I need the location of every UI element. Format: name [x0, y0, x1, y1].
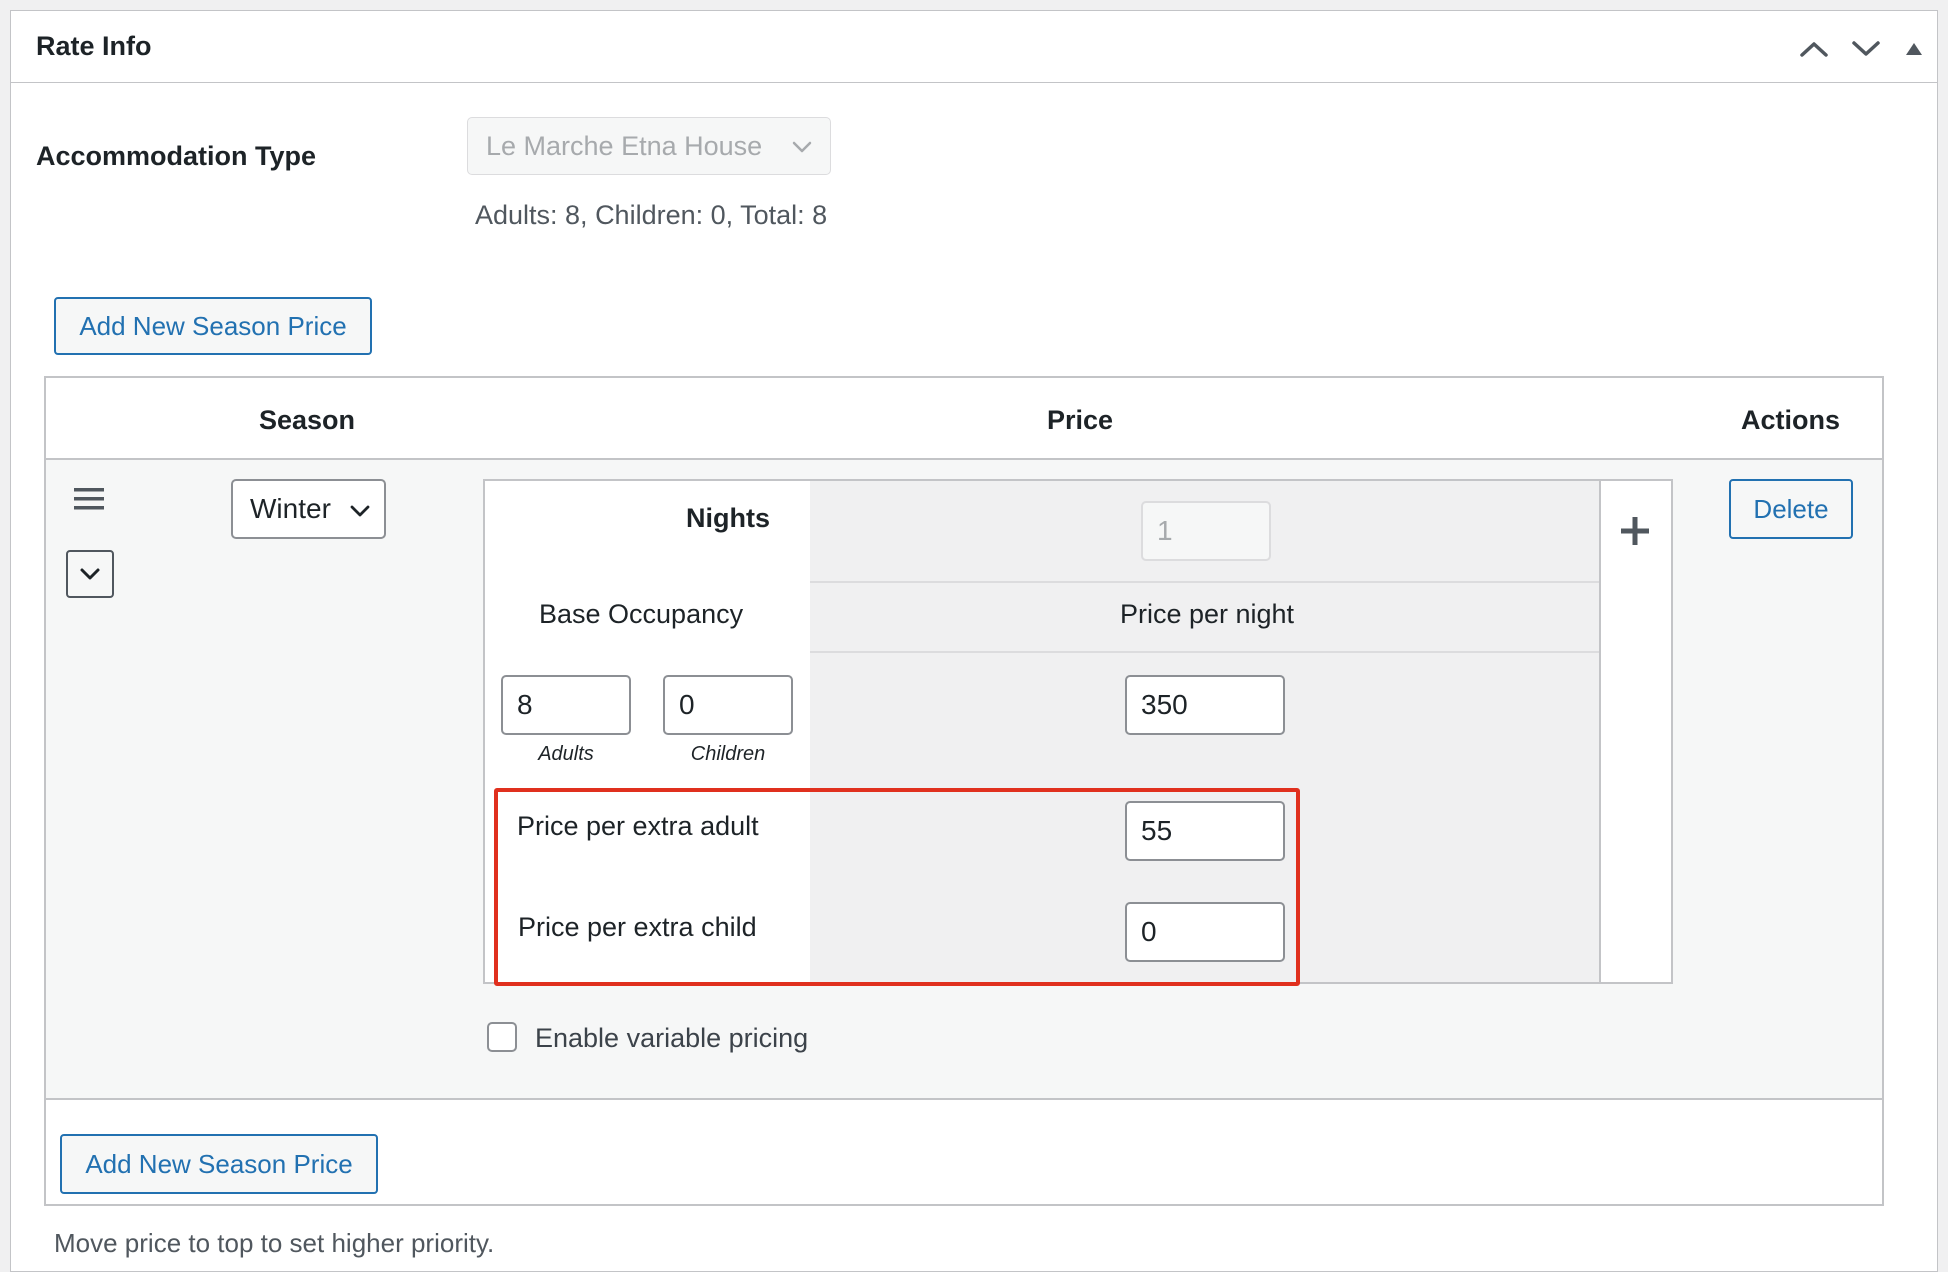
- extra-adult-label: Price per extra adult: [517, 811, 759, 841]
- capacity-summary: Adults: 8, Children: 0, Total: 8: [475, 200, 828, 230]
- add-season-price-button-top[interactable]: Add New Season Price: [54, 297, 372, 355]
- variable-pricing-label: Enable variable pricing: [535, 1023, 809, 1053]
- add-nights-column-button[interactable]: [1615, 511, 1655, 551]
- grid-divider: [810, 581, 1599, 583]
- metabox-header: Rate Info: [11, 11, 1937, 83]
- chevron-down-icon: [792, 141, 812, 153]
- extra-child-label: Price per extra child: [518, 912, 757, 942]
- nights-input[interactable]: 1: [1141, 501, 1271, 561]
- season-select[interactable]: Winter: [231, 479, 386, 539]
- chevron-down-icon: [80, 568, 100, 580]
- pricing-grid: Nights 1 Base Occupancy Price per night …: [483, 479, 1673, 984]
- table-header: Season Price Actions: [46, 378, 1882, 460]
- toggle-panel-button[interactable]: [1894, 29, 1934, 69]
- season-column-header: Season: [259, 405, 356, 435]
- price-column-header: Price: [1047, 405, 1114, 435]
- extra-adult-price-input[interactable]: 55: [1125, 801, 1285, 861]
- base-occupancy-label: Base Occupancy: [539, 599, 744, 629]
- price-per-night-label: Price per night: [1119, 599, 1295, 629]
- variable-pricing-checkbox[interactable]: [487, 1022, 517, 1052]
- adults-caption: Adults: [538, 743, 594, 765]
- metabox-title: Rate Info: [36, 31, 152, 61]
- move-up-button[interactable]: [1794, 29, 1834, 69]
- drag-handle-icon[interactable]: [74, 488, 104, 510]
- price-per-night-input[interactable]: 350: [1125, 675, 1285, 735]
- move-down-button[interactable]: [1846, 29, 1886, 69]
- children-caption: Children: [690, 743, 766, 765]
- actions-column-header: Actions: [1741, 405, 1841, 435]
- plus-icon: [1621, 517, 1649, 545]
- adults-input[interactable]: 8: [501, 675, 631, 735]
- priority-hint: Move price to top to set higher priority…: [54, 1228, 495, 1258]
- season-select-value: Winter: [250, 493, 331, 524]
- accommodation-type-label: Accommodation Type: [36, 141, 317, 171]
- table-row: Winter Nights 1 Base Occupancy Price per…: [46, 460, 1882, 1100]
- chevron-down-icon: [1852, 41, 1880, 56]
- season-prices-table: Season Price Actions Winter Nights 1 Bas…: [44, 376, 1884, 1206]
- accommodation-type-select[interactable]: Le Marche Etna House: [467, 117, 831, 175]
- grid-divider: [810, 651, 1599, 653]
- children-input[interactable]: 0: [663, 675, 793, 735]
- accommodation-type-value: Le Marche Etna House: [486, 130, 763, 161]
- chevron-up-icon: [1800, 42, 1828, 57]
- nights-label: Nights: [686, 503, 770, 533]
- grid-divider: [1599, 481, 1601, 982]
- extra-child-price-input[interactable]: 0: [1125, 902, 1285, 962]
- delete-button[interactable]: Delete: [1729, 479, 1853, 539]
- row-expand-toggle[interactable]: [66, 550, 114, 598]
- triangle-up-icon: [1906, 43, 1922, 55]
- add-season-price-button-bottom[interactable]: Add New Season Price: [60, 1134, 378, 1194]
- chevron-down-icon: [350, 505, 370, 517]
